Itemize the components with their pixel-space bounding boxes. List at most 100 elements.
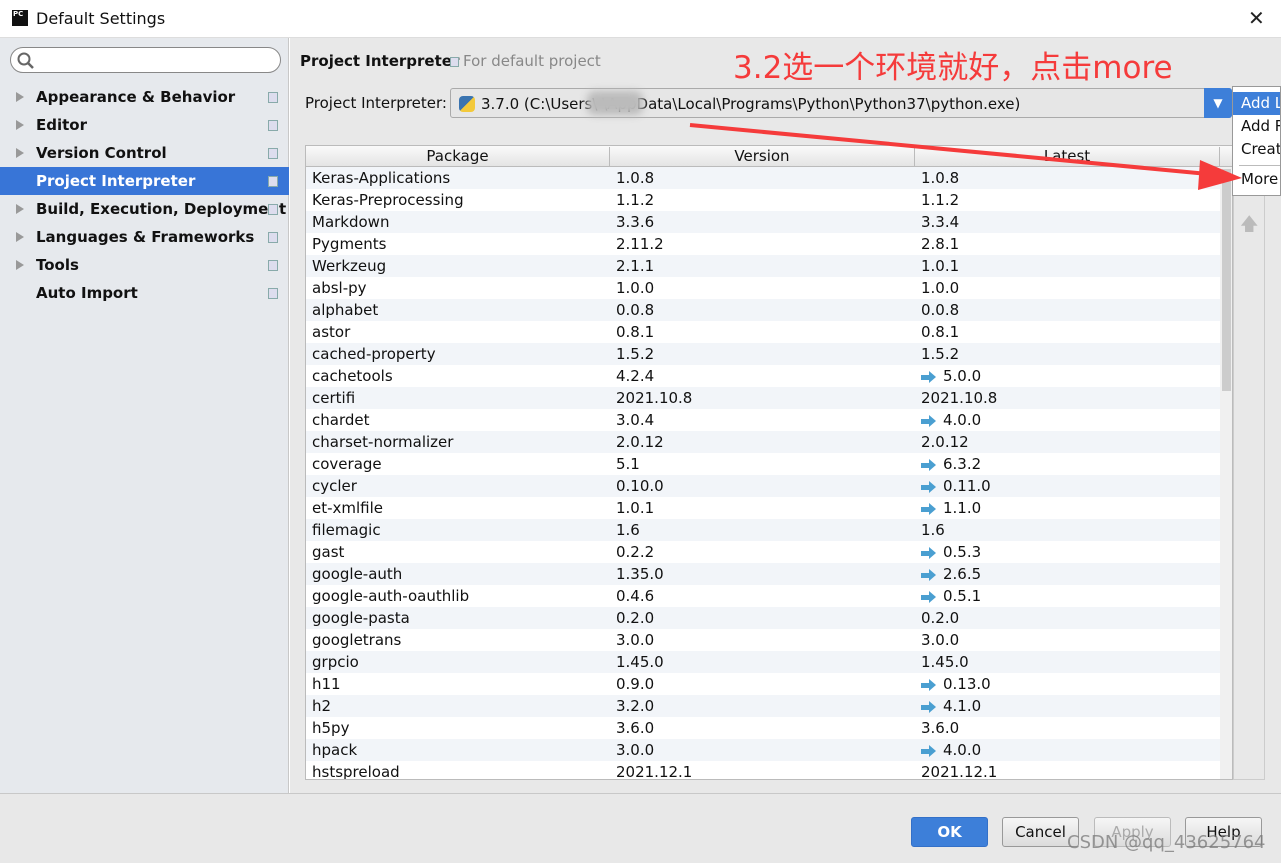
table-row[interactable]: google-pasta 0.2.0 0.2.0 xyxy=(306,607,1220,629)
close-icon[interactable]: ✕ xyxy=(1248,6,1265,30)
package-version: 0.8.1 xyxy=(616,323,655,341)
table-row[interactable]: h2 3.2.0 4.1.0 xyxy=(306,695,1220,717)
upgrade-arrow-icon[interactable]: 🡅 xyxy=(1240,212,1259,242)
upgrade-available-icon xyxy=(921,458,937,471)
table-row[interactable]: googletrans 3.0.0 3.0.0 xyxy=(306,629,1220,651)
expand-arrow-icon[interactable] xyxy=(16,148,24,158)
expand-arrow-icon[interactable] xyxy=(16,232,24,242)
menu-item-create[interactable]: Creat xyxy=(1233,138,1280,161)
table-row[interactable]: cachetools 4.2.4 5.0.0 xyxy=(306,365,1220,387)
page-title: Project Interpreter xyxy=(300,52,460,70)
menu-item-more[interactable]: More xyxy=(1233,168,1280,191)
annotation-text: 3.2选一个环境就好，点击more xyxy=(733,50,1173,86)
sidebar-item[interactable]: Appearance & Behavior xyxy=(0,83,289,111)
table-row[interactable]: h11 0.9.0 0.13.0 xyxy=(306,673,1220,695)
table-row[interactable]: astor 0.8.1 0.8.1 xyxy=(306,321,1220,343)
expand-arrow-icon[interactable] xyxy=(16,260,24,270)
table-row[interactable]: hstspreload 2021.12.1 2021.12.1 xyxy=(306,761,1220,779)
package-latest: 3.3.4 xyxy=(921,213,960,231)
package-version: 1.45.0 xyxy=(616,653,664,671)
table-row[interactable]: coverage 5.1 6.3.2 xyxy=(306,453,1220,475)
package-name: coverage xyxy=(312,455,382,473)
sidebar-item[interactable]: Auto Import xyxy=(0,279,289,307)
table-row[interactable]: google-auth-oauthlib 0.4.6 0.5.1 xyxy=(306,585,1220,607)
upgrade-available-icon xyxy=(921,568,937,581)
table-row[interactable]: Werkzeug 2.1.1 1.0.1 xyxy=(306,255,1220,277)
package-version: 0.2.0 xyxy=(616,609,655,627)
title-bar: PC Default Settings ✕ xyxy=(0,0,1281,38)
table-row[interactable]: Markdown 3.3.6 3.3.4 xyxy=(306,211,1220,233)
column-version[interactable]: Version xyxy=(610,147,915,167)
table-row[interactable]: absl-py 1.0.0 1.0.0 xyxy=(306,277,1220,299)
package-latest: 0.0.8 xyxy=(921,301,960,319)
table-row[interactable]: hpack 3.0.0 4.0.0 xyxy=(306,739,1220,761)
package-latest: 2.6.5 xyxy=(943,565,982,583)
column-latest[interactable]: Latest xyxy=(915,147,1220,167)
chevron-down-icon[interactable]: ▼ xyxy=(1204,88,1232,118)
upgrade-available-icon xyxy=(921,590,937,603)
expand-arrow-icon[interactable] xyxy=(16,92,24,102)
package-version: 2.0.12 xyxy=(616,433,664,451)
table-row[interactable]: google-auth 1.35.0 2.6.5 xyxy=(306,563,1220,585)
table-row[interactable]: filemagic 1.6 1.6 xyxy=(306,519,1220,541)
package-name: googletrans xyxy=(312,631,402,649)
upgrade-available-icon xyxy=(921,700,937,713)
table-row[interactable]: cached-property 1.5.2 1.5.2 xyxy=(306,343,1220,365)
sidebar-item[interactable]: Build, Execution, Deployment xyxy=(0,195,289,223)
package-version: 1.0.1 xyxy=(616,499,655,517)
table-row[interactable]: certifi 2021.10.8 2021.10.8 xyxy=(306,387,1220,409)
interpreter-select[interactable]: 3.7.0 (C:\Users\ \AppData\Local\Programs… xyxy=(450,88,1232,118)
copy-icon xyxy=(268,288,278,299)
expand-arrow-icon[interactable] xyxy=(16,204,24,214)
sidebar-item-label: Version Control xyxy=(36,144,167,162)
package-version: 3.0.0 xyxy=(616,741,655,759)
scrollbar[interactable] xyxy=(1220,167,1232,779)
sidebar-item[interactable]: Languages & Frameworks xyxy=(0,223,289,251)
table-row[interactable]: et-xmlfile 1.0.1 1.1.0 xyxy=(306,497,1220,519)
table-row[interactable]: h5py 3.6.0 3.6.0 xyxy=(306,717,1220,739)
table-row[interactable]: Keras-Applications 1.0.8 1.0.8 xyxy=(306,167,1220,189)
package-version: 3.0.4 xyxy=(616,411,655,429)
package-version: 0.10.0 xyxy=(616,477,664,495)
ok-button[interactable]: OK xyxy=(911,817,988,847)
copy-icon xyxy=(268,260,278,271)
package-name: h5py xyxy=(312,719,350,737)
sidebar-item[interactable]: Tools xyxy=(0,251,289,279)
package-latest: 3.6.0 xyxy=(921,719,960,737)
expand-arrow-icon[interactable] xyxy=(16,120,24,130)
table-row[interactable]: chardet 3.0.4 4.0.0 xyxy=(306,409,1220,431)
package-latest: 0.5.1 xyxy=(943,587,982,605)
menu-item-add-remote[interactable]: Add R xyxy=(1233,115,1280,138)
redacted-username xyxy=(587,91,643,115)
column-package[interactable]: Package xyxy=(306,147,610,167)
table-row[interactable]: grpcio 1.45.0 1.45.0 xyxy=(306,651,1220,673)
table-row[interactable]: gast 0.2.2 0.5.3 xyxy=(306,541,1220,563)
package-latest: 0.13.0 xyxy=(943,675,991,693)
package-name: Werkzeug xyxy=(312,257,387,275)
sidebar-item-label: Auto Import xyxy=(36,284,138,302)
table-row[interactable]: Keras-Preprocessing 1.1.2 1.1.2 xyxy=(306,189,1220,211)
sidebar-item[interactable]: Version Control xyxy=(0,139,289,167)
table-header: Package Version Latest xyxy=(306,146,1232,167)
package-latest: 3.0.0 xyxy=(921,631,960,649)
package-name: charset-normalizer xyxy=(312,433,454,451)
package-version: 0.4.6 xyxy=(616,587,655,605)
table-row[interactable]: cycler 0.10.0 0.11.0 xyxy=(306,475,1220,497)
package-version: 3.2.0 xyxy=(616,697,655,715)
table-row[interactable]: charset-normalizer 2.0.12 2.0.12 xyxy=(306,431,1220,453)
copy-icon xyxy=(268,176,278,187)
package-latest: 4.0.0 xyxy=(943,411,982,429)
search-input[interactable] xyxy=(10,47,281,73)
table-row[interactable]: alphabet 0.0.8 0.0.8 xyxy=(306,299,1220,321)
sidebar-item[interactable]: Editor xyxy=(0,111,289,139)
sidebar-item[interactable]: Project Interpreter xyxy=(0,167,289,195)
package-latest: 1.0.8 xyxy=(921,169,960,187)
scrollbar-thumb[interactable] xyxy=(1222,169,1231,391)
package-latest: 1.5.2 xyxy=(921,345,960,363)
copy-icon xyxy=(450,57,459,67)
upgrade-available-icon xyxy=(921,480,937,493)
sidebar-item-label: Tools xyxy=(36,256,79,274)
watermark: CSDN @qq_43625764 xyxy=(1067,832,1266,853)
menu-item-add-local[interactable]: Add L xyxy=(1233,92,1280,115)
table-row[interactable]: Pygments 2.11.2 2.8.1 xyxy=(306,233,1220,255)
